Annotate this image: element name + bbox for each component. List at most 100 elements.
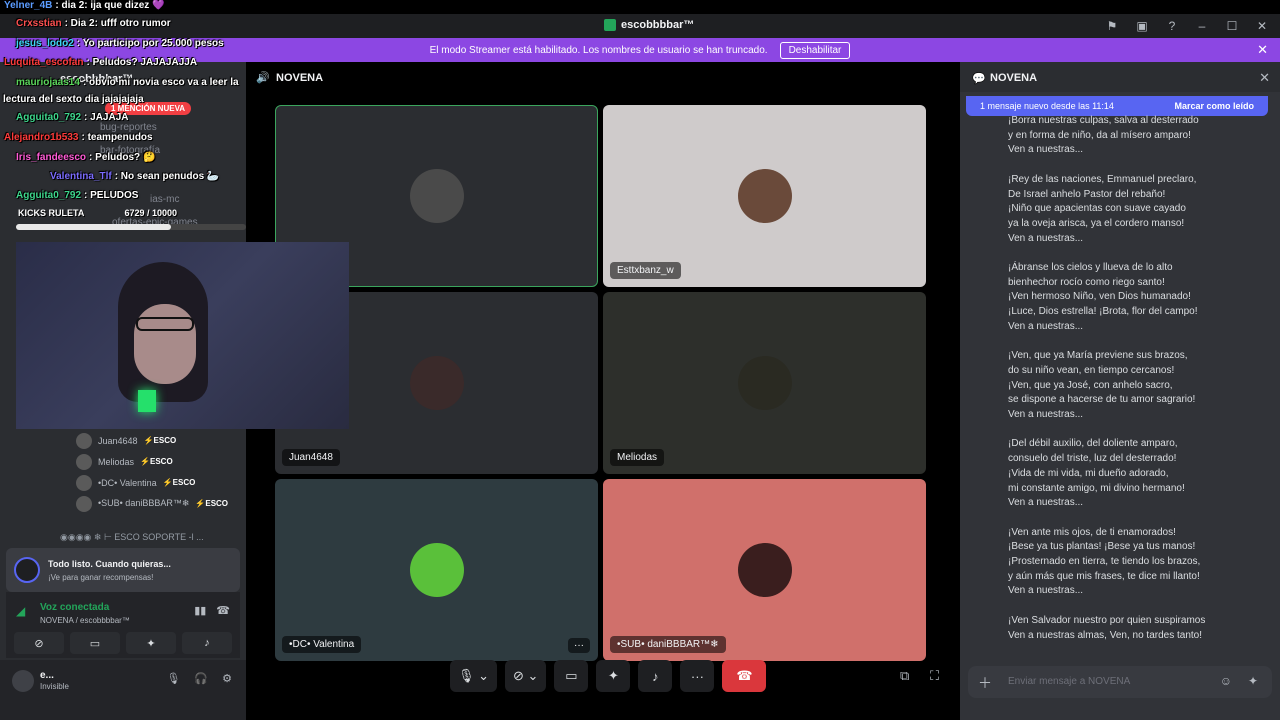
- voice-user-tag: ESCO: [144, 436, 177, 445]
- message-input[interactable]: ＋ Enviar mensaje a NOVENA ☺ ✦: [968, 666, 1272, 698]
- avatar: [76, 495, 92, 512]
- noise-suppression-icon[interactable]: ▮▮: [194, 604, 206, 617]
- maximize-icon[interactable]: ☐: [1222, 17, 1242, 35]
- participant-name: Meliodas: [610, 449, 665, 466]
- avatar: [76, 474, 92, 491]
- inbox-flag-icon[interactable]: ⚑: [1102, 17, 1122, 35]
- soundboard-button[interactable]: ♪: [638, 660, 673, 692]
- overlay-chat-line: Luquita_escofan: Peludos? JAJAJAJJA: [4, 57, 197, 68]
- message-line: ¡Bese ya tus plantas! ¡Bese ya tus manos…: [1008, 541, 1196, 553]
- kicks-progress-bar: [16, 224, 246, 230]
- emoji-icon[interactable]: ☺: [1220, 674, 1232, 688]
- call-controls: 🎙 ⌄ ⊘ ⌄ ▭ ✦ ♪ ··· ☎: [450, 660, 767, 692]
- message-line: Ven a nuestras...: [1008, 320, 1084, 332]
- tile-more-button[interactable]: ···: [568, 638, 590, 653]
- avatar: [737, 356, 792, 410]
- new-messages-banner[interactable]: 1 mensaje nuevo desde las 11:14 Marcar c…: [966, 96, 1268, 116]
- soundboard-icon[interactable]: ♪: [182, 632, 232, 654]
- banner-close-icon[interactable]: ✕: [1257, 42, 1268, 58]
- voice-user-name: Juan4648: [98, 435, 138, 446]
- headphones-icon[interactable]: 🎧: [194, 672, 208, 685]
- activities-button[interactable]: ✦: [596, 660, 631, 692]
- microphone-toggle[interactable]: 🎙 ⌄: [450, 660, 498, 692]
- apps-icon[interactable]: ✦: [1248, 674, 1258, 688]
- popout-icon[interactable]: ⧉: [900, 668, 909, 684]
- overlay-chat-nick: Valentina_Tlf: [50, 171, 112, 182]
- overlay-chat-text: : dia 2: ija que dizez 💜: [55, 0, 165, 11]
- voice-user-name: Meliodas: [98, 456, 135, 467]
- overlay-chat-line: lectura del sexto dia jajajajaja: [0, 94, 144, 105]
- voice-status[interactable]: Voz conectada: [40, 602, 109, 613]
- rewards-card[interactable]: Todo listo. Cuando quieras... ¡Ve para g…: [6, 548, 240, 592]
- message-line: do su niño vean, en tiempo cercanos!: [1008, 364, 1175, 376]
- voice-user-name: •SUB• daniBBBAR™❄: [98, 498, 190, 508]
- overlay-chat-line: Valentina_Tlf: No sean penudos 🦢: [50, 171, 219, 182]
- message-line: Ven a nuestras...: [1008, 409, 1084, 421]
- message-line: y en forma de niño, da al mísero amparo!: [1008, 129, 1191, 141]
- screen-share-icon[interactable]: ▭: [70, 632, 120, 654]
- new-messages-text: 1 mensaje nuevo desde las 11:14: [980, 101, 1114, 111]
- user-panel: e... Invisible 🎙 🎧 ⚙: [0, 660, 246, 720]
- voice-user[interactable]: Meliodas ESCO: [76, 451, 228, 472]
- settings-gear-icon[interactable]: ⚙: [222, 672, 232, 685]
- server-logo-icon: [604, 19, 616, 31]
- voice-channel-name[interactable]: NOVENA / escobbbbar™: [40, 616, 130, 625]
- activities-icon[interactable]: ✦: [126, 632, 176, 654]
- more-options-button[interactable]: ···: [680, 660, 715, 692]
- participant-tile[interactable]: •DC• Valentina ···: [275, 479, 598, 661]
- message-line: Ven a nuestras...: [1008, 585, 1084, 597]
- help-icon[interactable]: ?: [1162, 17, 1182, 35]
- minimize-icon[interactable]: –: [1192, 17, 1212, 35]
- kicks-label: KICKS RULETA: [18, 208, 84, 218]
- user-name[interactable]: e...: [40, 670, 54, 681]
- camera-toggle[interactable]: ⊘ ⌄: [505, 660, 547, 692]
- avatar[interactable]: [12, 670, 34, 692]
- add-attachment-icon[interactable]: ＋: [978, 673, 992, 693]
- leave-call-button[interactable]: ☎: [722, 660, 767, 692]
- participant-tile[interactable]: Esttxbanz_w: [603, 105, 926, 287]
- participant-tile[interactable]: •SUB• daniBBBAR™❄: [603, 479, 926, 661]
- message-line: ¡Prosternado en tierra, te tiendo los br…: [1008, 556, 1201, 568]
- chat-bubble-icon: 💬: [972, 73, 986, 85]
- orb-icon: [14, 557, 40, 583]
- overlay-chat-nick: jesus_lodo2: [16, 38, 74, 49]
- avatar: [76, 453, 92, 470]
- close-window-icon[interactable]: ✕: [1252, 17, 1272, 35]
- overlay-chat-text: lectura del sexto dia jajajajaja: [3, 94, 144, 105]
- message-line: se dispone a hacerse de tu amor sagrario…: [1008, 394, 1196, 406]
- channel-soporte[interactable]: ◉◉◉◉ ❄ ⊢ ESCO SOPORTE -l ...: [60, 532, 204, 543]
- webcam-face: [134, 304, 196, 384]
- microphone-icon[interactable]: 🎙: [166, 672, 180, 685]
- disable-streamer-button[interactable]: Deshabilitar: [779, 41, 851, 59]
- message-line: ya la oveja arisca, ya el cordero manso!: [1008, 217, 1185, 229]
- voice-user[interactable]: •DC• Valentina ESCO: [76, 472, 228, 493]
- voice-user-tag: ESCO: [195, 499, 228, 508]
- kicks-ruleta: KICKS RULETA 6729 / 10000: [18, 208, 177, 218]
- close-chat-icon[interactable]: ✕: [1259, 70, 1270, 86]
- speaker-icon: 🔊: [256, 72, 270, 84]
- rewards-subtitle: ¡Ve para ganar recompensas!: [48, 573, 154, 582]
- chat-title: NOVENA: [990, 72, 1038, 84]
- fullscreen-icon[interactable]: ⛶: [930, 668, 939, 684]
- screen-share-button[interactable]: ▭: [554, 660, 589, 692]
- avatar: [409, 543, 464, 597]
- voice-user[interactable]: Juan4648 ESCO: [76, 430, 228, 451]
- overlay-chat-nick: Iris_fandeesco: [16, 152, 87, 163]
- chat-message: ¡Ven Salvador nuestro por quien suspiram…: [1008, 614, 1268, 643]
- message-line: Ven a nuestras almas, Ven, no tardes tan…: [1008, 629, 1203, 641]
- streamer-webcam: [16, 242, 349, 429]
- overlay-chat-text: : Dia 2: ufff otro rumor: [64, 18, 171, 29]
- overlay-chat-line: Yelner_4B: dia 2: ija que dizez 💜: [4, 0, 165, 11]
- mark-read-button[interactable]: Marcar como leído: [1174, 101, 1254, 111]
- overlay-chat-line: Crxsstian: Dia 2: ufff otro rumor: [16, 18, 171, 29]
- message-line: ¡Ven Salvador nuestro por quien suspiram…: [1008, 614, 1206, 626]
- participant-tile[interactable]: Meliodas: [603, 292, 926, 474]
- inbox-icon[interactable]: ▣: [1132, 17, 1152, 35]
- voice-user[interactable]: •SUB• daniBBBAR™❄ ESCO: [76, 493, 228, 514]
- disconnect-icon[interactable]: ☎: [216, 604, 230, 617]
- rewards-title: Todo listo. Cuando quieras...: [48, 559, 171, 569]
- camera-off-icon[interactable]: ⊘: [14, 632, 64, 654]
- channel-ias-mc[interactable]: ias-mc: [150, 194, 179, 205]
- voice-user-name: •DC• Valentina: [98, 477, 157, 488]
- message-input-placeholder: Enviar mensaje a NOVENA: [1008, 676, 1131, 687]
